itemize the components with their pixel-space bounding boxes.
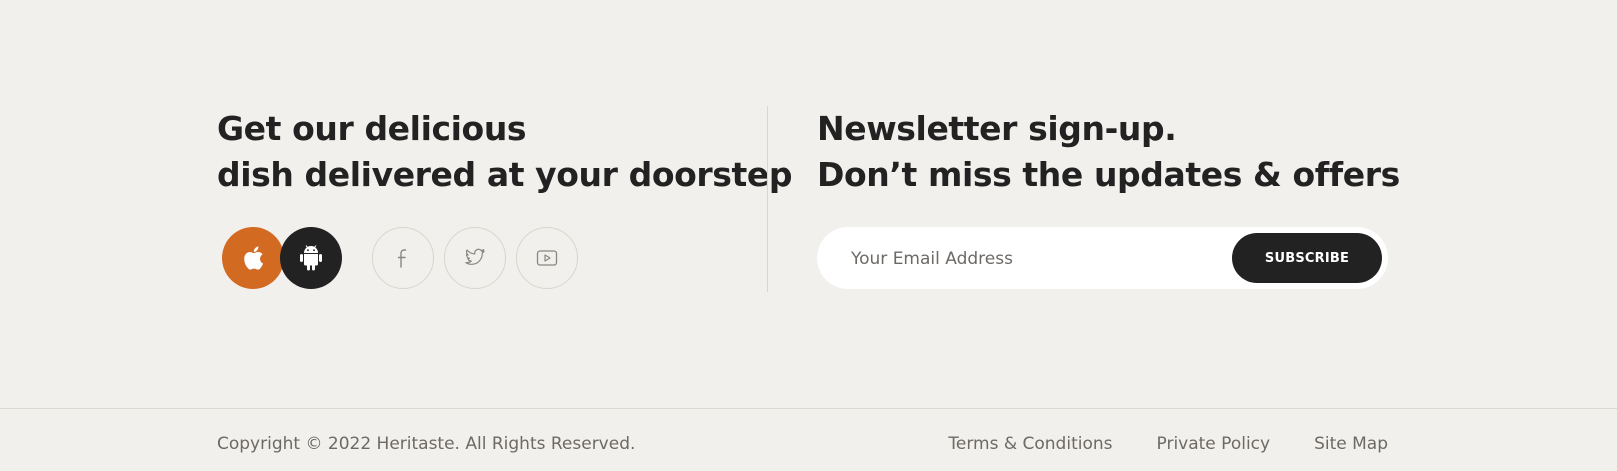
google-play-button[interactable] xyxy=(280,227,342,289)
footer-links: Terms & Conditions Private Policy Site M… xyxy=(948,432,1388,456)
facebook-icon xyxy=(397,249,407,268)
footer-divider xyxy=(0,408,1617,409)
youtube-icon xyxy=(536,250,558,266)
app-promo-heading-line2: dish delivered at your doorstep xyxy=(217,155,793,194)
subscribe-button[interactable]: SUBSCRIBE xyxy=(1232,233,1382,283)
facebook-link[interactable] xyxy=(372,227,434,289)
apple-icon xyxy=(244,246,264,270)
copyright-text: Copyright © 2022 Heritaste. All Rights R… xyxy=(217,434,636,454)
app-promo-heading-line1: Get our delicious xyxy=(217,109,527,148)
twitter-icon xyxy=(465,248,485,265)
newsletter-heading: Newsletter sign-up. Don’t miss the updat… xyxy=(817,106,1400,198)
youtube-link[interactable] xyxy=(516,227,578,289)
email-input[interactable] xyxy=(849,227,1233,291)
site-map-link[interactable]: Site Map xyxy=(1314,432,1388,456)
vertical-divider xyxy=(767,106,768,292)
newsletter-form: SUBSCRIBE xyxy=(817,227,1388,291)
privacy-policy-link[interactable]: Private Policy xyxy=(1157,432,1271,456)
footer-section: Get our delicious dish delivered at your… xyxy=(0,0,1617,471)
app-store-button[interactable] xyxy=(222,227,284,289)
terms-link[interactable]: Terms & Conditions xyxy=(948,432,1112,456)
android-icon xyxy=(300,245,322,271)
twitter-link[interactable] xyxy=(444,227,506,289)
app-promo-heading: Get our delicious dish delivered at your… xyxy=(217,106,792,198)
newsletter-heading-line1: Newsletter sign-up. xyxy=(817,109,1177,148)
newsletter-heading-line2: Don’t miss the updates & offers xyxy=(817,155,1400,194)
